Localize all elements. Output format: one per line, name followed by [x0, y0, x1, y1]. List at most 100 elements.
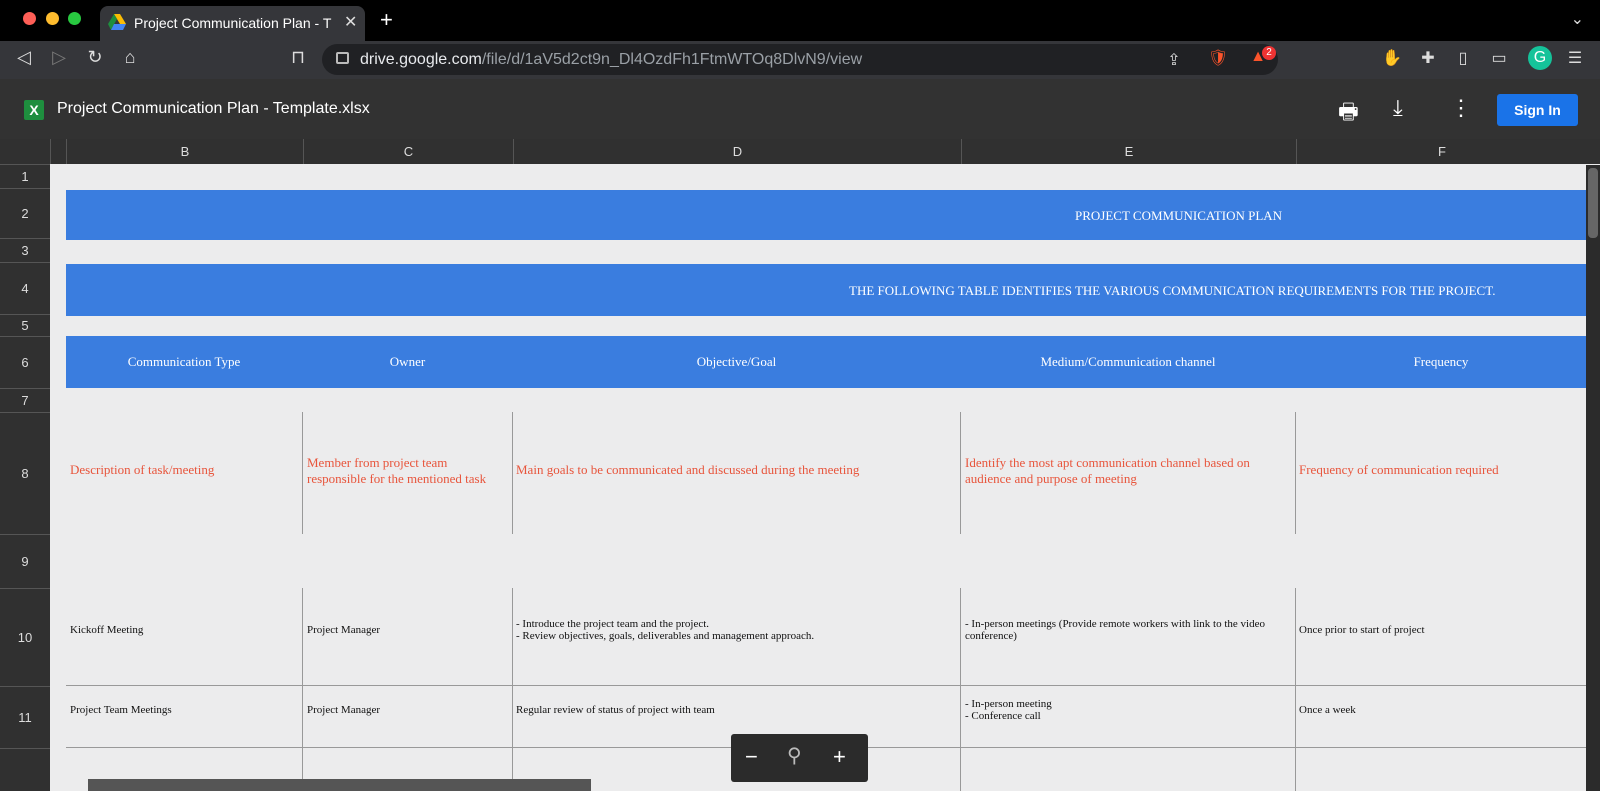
sheet-subtitle: THE FOLLOWING TABLE IDENTIFIES THE VARIO…: [849, 283, 1496, 298]
header-owner[interactable]: Owner: [303, 336, 512, 388]
row10-owner[interactable]: Project Manager: [307, 624, 507, 636]
grid-line: [512, 412, 513, 534]
home-icon[interactable]: ⌂: [118, 47, 142, 68]
url-domain: drive.google.com: [360, 51, 482, 68]
drive-viewer-header: X Project Communication Plan - Template.…: [0, 79, 1600, 139]
row-header[interactable]: 8: [0, 412, 50, 535]
desc-medium-channel[interactable]: Identify the most apt communication chan…: [965, 455, 1285, 487]
zoom-control: − ⚲ +: [731, 734, 868, 782]
corner-cell: [0, 139, 50, 164]
browser-tab-bar: Project Communication Plan - T ✕ + ⌄: [0, 0, 1600, 41]
tab-title: Project Communication Plan - T: [134, 15, 332, 31]
address-bar[interactable]: drive.google.com/file/d/1aV5d2ct9n_Dl4Oz…: [322, 44, 1278, 75]
lock-icon: [336, 52, 349, 64]
zoom-in-button[interactable]: +: [833, 744, 846, 770]
grid-line: [960, 412, 961, 534]
share-icon[interactable]: ⇪: [1162, 50, 1186, 70]
grid-line: [960, 588, 961, 791]
row-header[interactable]: 1: [0, 164, 50, 189]
back-icon[interactable]: ◁: [12, 47, 36, 68]
wallet-icon[interactable]: ▭: [1487, 48, 1511, 68]
spreadsheet-view[interactable]: B C D E F 1 2 3 4 5 6 7 8 9 10 11 PROJEC…: [0, 139, 1600, 791]
more-options-icon[interactable]: ⋮: [1450, 95, 1472, 121]
print-icon[interactable]: 🖶: [1338, 95, 1359, 133]
row10-communication-type[interactable]: Kickoff Meeting: [70, 624, 295, 636]
grid-line: [302, 412, 303, 534]
row-header[interactable]: 10: [0, 588, 50, 687]
row-header[interactable]: 11: [0, 686, 50, 749]
excel-file-icon: X: [24, 100, 44, 120]
sidebar-icon[interactable]: ▯: [1451, 48, 1475, 68]
row-header[interactable]: 6: [0, 336, 50, 389]
extensions-puzzle-icon[interactable]: ✚: [1416, 48, 1440, 68]
column-header-b[interactable]: B: [66, 139, 303, 164]
row10-medium-channel[interactable]: - In-person meetings (Provide remote wor…: [965, 618, 1280, 642]
file-title: Project Communication Plan - Template.xl…: [57, 100, 370, 117]
chevron-down-icon[interactable]: ⌄: [1571, 9, 1584, 29]
column-header-f[interactable]: F: [1296, 139, 1587, 164]
vertical-scroll-thumb[interactable]: [1588, 168, 1598, 238]
zoom-out-button[interactable]: −: [745, 744, 758, 770]
horizontal-scrollbar[interactable]: [88, 779, 591, 791]
row11-objective-goal[interactable]: Regular review of status of project with…: [516, 704, 956, 716]
row-header[interactable]: 2: [0, 188, 50, 239]
minimize-window-button[interactable]: [46, 12, 59, 25]
bookmark-icon[interactable]: ⊓: [286, 47, 310, 68]
row10-frequency[interactable]: Once prior to start of project: [1299, 624, 1579, 636]
column-header-a: [50, 139, 67, 164]
zoom-magnifier-icon[interactable]: ⚲: [787, 743, 802, 768]
title-band[interactable]: PROJECT COMMUNICATION PLAN: [66, 190, 1586, 240]
row11-owner[interactable]: Project Manager: [307, 704, 507, 716]
column-header-e[interactable]: E: [961, 139, 1296, 164]
url-text: drive.google.com/file/d/1aV5d2ct9n_Dl4Oz…: [360, 51, 862, 69]
close-window-button[interactable]: [23, 12, 36, 25]
column-header-c[interactable]: C: [303, 139, 513, 164]
download-icon[interactable]: ⤓: [1393, 95, 1403, 121]
header-medium-channel[interactable]: Medium/Communication channel: [961, 336, 1295, 388]
forward-icon[interactable]: ▷: [47, 47, 71, 68]
desc-objective-goal[interactable]: Main goals to be communicated and discus…: [516, 462, 956, 478]
header-band: Communication Type Owner Objective/Goal …: [66, 336, 1586, 388]
row-header: [0, 748, 50, 791]
row-header[interactable]: 7: [0, 388, 50, 413]
header-frequency[interactable]: Frequency: [1296, 336, 1586, 388]
sign-in-button[interactable]: Sign In: [1497, 94, 1578, 126]
row-headers: 1 2 3 4 5 6 7 8 9 10 11: [0, 164, 50, 791]
menu-icon[interactable]: ☰: [1563, 48, 1587, 68]
vertical-scrollbar[interactable]: [1586, 165, 1600, 791]
column-header-d[interactable]: D: [513, 139, 961, 164]
brave-shield-icon[interactable]: 🛡: [1206, 48, 1230, 68]
row11-medium-channel[interactable]: - In-person meeting - Conference call: [965, 698, 1280, 722]
row-header[interactable]: 9: [0, 534, 50, 589]
desc-communication-type[interactable]: Description of task/meeting: [70, 462, 295, 478]
desc-frequency[interactable]: Frequency of communication required: [1299, 462, 1579, 478]
desc-owner[interactable]: Member from project team responsible for…: [307, 455, 507, 487]
row11-frequency[interactable]: Once a week: [1299, 704, 1579, 716]
grid-line: [66, 685, 1586, 686]
browser-toolbar: ◁ ▷ ↻ ⌂ ⊓ drive.google.com/file/d/1aV5d2…: [0, 41, 1600, 79]
column-headers: B C D E F: [0, 139, 1600, 164]
row-header[interactable]: 4: [0, 262, 50, 315]
new-tab-icon[interactable]: +: [380, 7, 393, 33]
rewards-badge: 2: [1262, 46, 1276, 60]
grid-line: [1295, 412, 1296, 534]
grid-line: [512, 588, 513, 791]
grammarly-icon[interactable]: G: [1528, 46, 1552, 70]
browser-tab[interactable]: Project Communication Plan - T ✕: [100, 6, 365, 41]
row-header[interactable]: 5: [0, 314, 50, 337]
grid-line: [302, 588, 303, 791]
row10-objective-goal[interactable]: - Introduce the project team and the pro…: [516, 618, 956, 642]
grid-line: [1295, 588, 1296, 791]
reload-icon[interactable]: ↻: [83, 47, 107, 68]
header-objective-goal[interactable]: Objective/Goal: [513, 336, 960, 388]
sheet-title: PROJECT COMMUNICATION PLAN: [1075, 208, 1283, 223]
google-drive-icon: [108, 14, 126, 30]
header-communication-type[interactable]: Communication Type: [66, 336, 302, 388]
url-path: /file/d/1aV5d2ct9n_Dl4OzdFh1FtmWTOq8DlvN…: [481, 51, 863, 68]
subtitle-band[interactable]: THE FOLLOWING TABLE IDENTIFIES THE VARIO…: [66, 264, 1586, 316]
row-header[interactable]: 3: [0, 238, 50, 263]
row11-communication-type[interactable]: Project Team Meetings: [70, 704, 295, 716]
maximize-window-button[interactable]: [68, 12, 81, 25]
extension-stop-icon[interactable]: ✋: [1380, 48, 1404, 68]
close-tab-icon[interactable]: ✕: [344, 12, 357, 32]
